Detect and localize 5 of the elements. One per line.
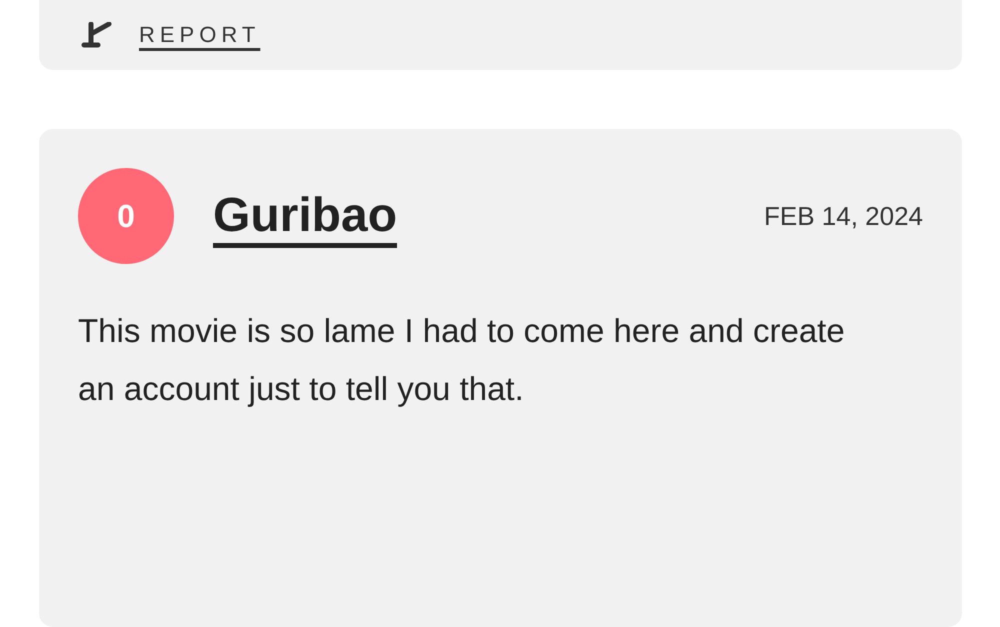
review-text: This movie is so lame I had to come here and create an account just to tell you that. [78, 311, 846, 409]
report-link[interactable]: REPORT [139, 24, 260, 46]
score-circle: 0 [78, 168, 174, 264]
username-link[interactable]: Guribao [213, 180, 398, 252]
review-date: FEB 14, 2024 [764, 200, 923, 232]
